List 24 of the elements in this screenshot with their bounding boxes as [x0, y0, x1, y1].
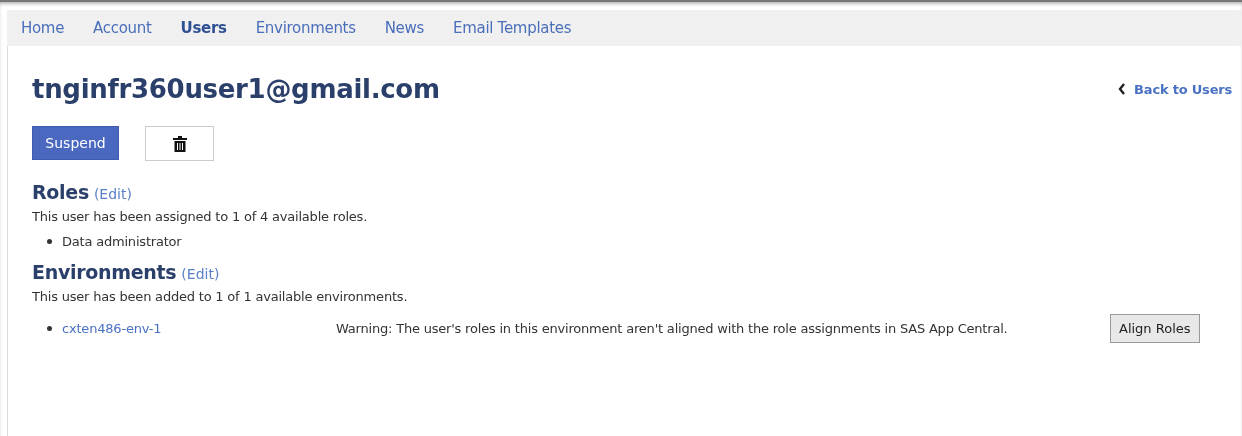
- chevron-left-icon: [1118, 83, 1127, 95]
- page-title: tnginfr360user1@gmail.com: [32, 74, 440, 104]
- nav-tab[interactable]: News: [384, 19, 425, 37]
- delete-button[interactable]: [145, 126, 214, 161]
- nav-tab[interactable]: Environments: [255, 19, 356, 37]
- trash-icon: [172, 135, 187, 152]
- nav-tab[interactable]: Users: [180, 19, 227, 37]
- nav-tab[interactable]: Email Templates: [453, 19, 572, 37]
- edit-link[interactable]: (Edit): [93, 186, 132, 202]
- section-heading: Environments: [32, 261, 177, 283]
- bullet-icon: [47, 326, 52, 331]
- back-link[interactable]: Back to Users: [1118, 81, 1232, 97]
- warning-text: Warning: The user's roles in this environment aren't aligned with the role assignments in SAS App Central.: [336, 321, 1009, 336]
- section-summary: This user has been added to 1 of 1 available environments.: [32, 289, 409, 304]
- bullet-icon: [47, 239, 52, 244]
- section-summary: This user has been assigned to 1 of 4 available roles.: [32, 209, 369, 224]
- nav-tab[interactable]: Account: [93, 19, 152, 37]
- role-name: Data administrator: [62, 234, 182, 249]
- align-roles-button[interactable]: Align Roles: [1110, 314, 1200, 343]
- environment-link[interactable]: cxten486-env-1: [62, 321, 336, 336]
- section-heading: Roles: [32, 181, 89, 203]
- edit-link[interactable]: (Edit): [181, 266, 220, 282]
- suspend-button[interactable]: Suspend: [32, 126, 119, 160]
- nav-tab[interactable]: Home: [21, 19, 65, 37]
